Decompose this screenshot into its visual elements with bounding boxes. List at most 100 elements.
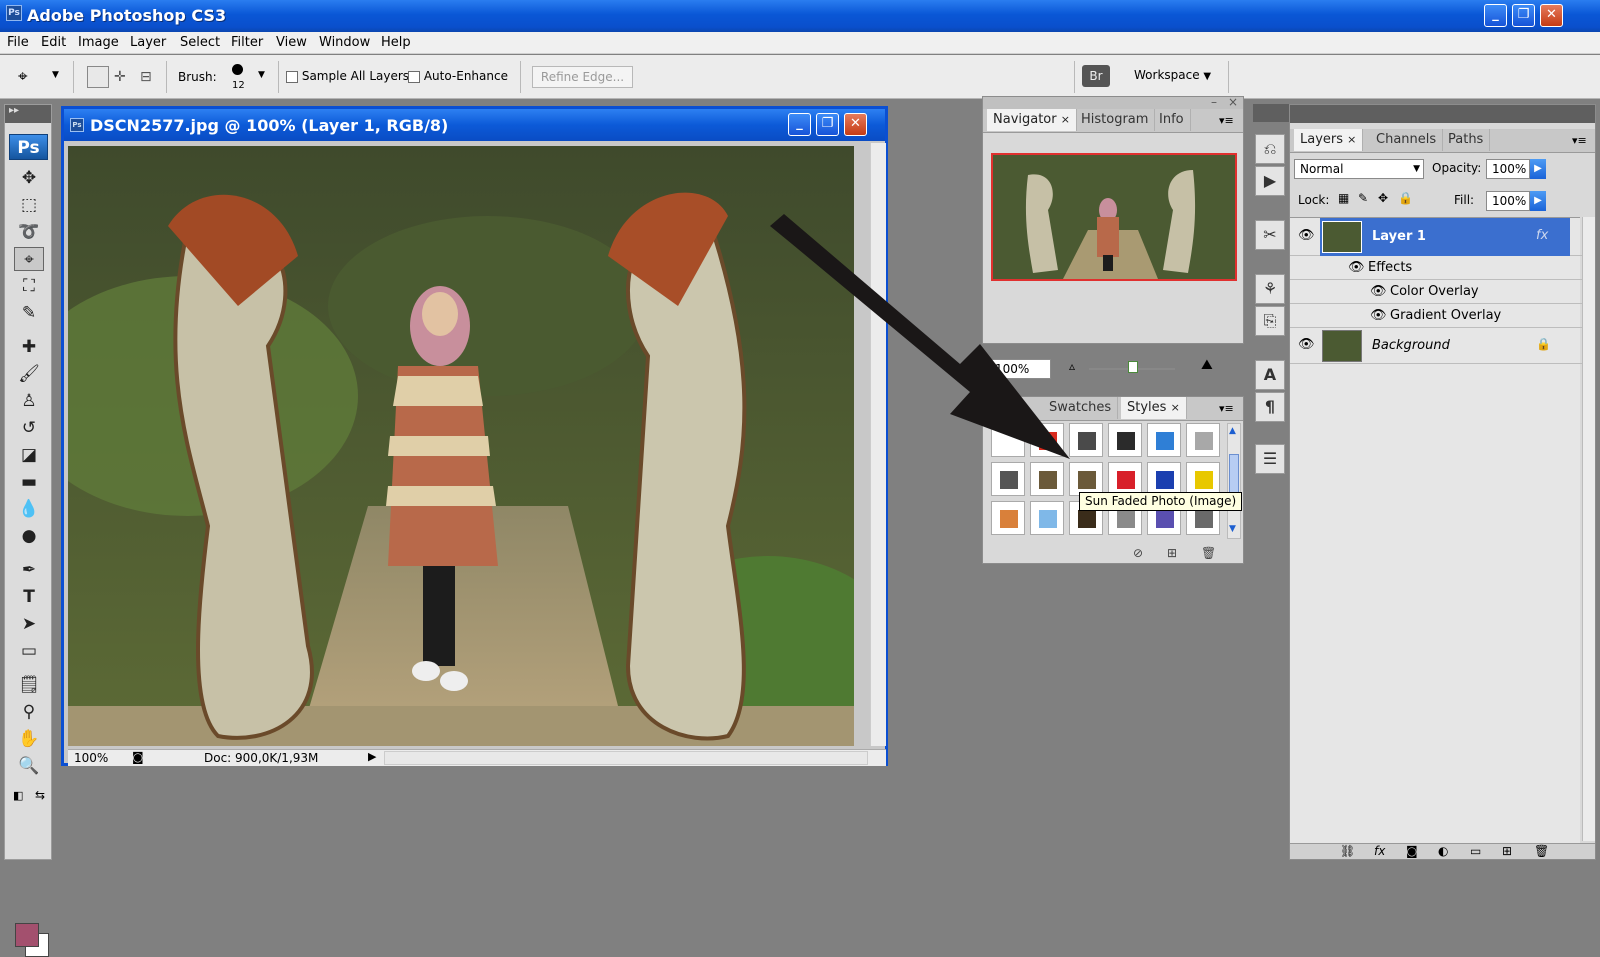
default-colors-icon[interactable]: ◧ bbox=[13, 789, 23, 802]
menu-file[interactable]: File bbox=[7, 35, 29, 50]
horizontal-scrollbar[interactable] bbox=[384, 751, 868, 765]
gradient-tool-icon[interactable]: ▬ bbox=[14, 470, 44, 494]
quick-selection-tool-preset-icon[interactable]: ⌖ bbox=[18, 67, 28, 87]
foreground-color-swatch[interactable] bbox=[15, 923, 39, 947]
tab-channels[interactable]: Channels bbox=[1370, 129, 1444, 151]
panel-close-icon[interactable]: × bbox=[1228, 95, 1238, 109]
add-mask-icon[interactable]: ◙ bbox=[1406, 844, 1418, 858]
layer-name[interactable]: Layer 1 bbox=[1372, 229, 1426, 244]
gradient-overlay-eye-icon[interactable]: 👁 bbox=[1370, 308, 1387, 323]
zoom-tool-icon[interactable]: 🔍 bbox=[14, 754, 44, 778]
layers-scrollbar[interactable] bbox=[1582, 217, 1595, 841]
clone-stamp-icon[interactable]: ♙ bbox=[14, 389, 44, 413]
auto-enhance-option[interactable]: Auto-Enhance bbox=[408, 69, 508, 83]
new-group-icon[interactable]: ▭ bbox=[1470, 844, 1481, 858]
brush-tool-icon[interactable]: 🖌 bbox=[14, 362, 44, 386]
add-to-selection-icon[interactable]: ✛ bbox=[114, 69, 126, 85]
panel-menu-icon[interactable]: ▾≡ bbox=[1219, 402, 1234, 415]
zoom-level[interactable]: 100% bbox=[74, 751, 108, 765]
doc-close-button[interactable]: ✕ bbox=[844, 113, 867, 136]
notes-tool-icon[interactable]: 🗒 bbox=[14, 673, 44, 697]
close-icon[interactable]: × bbox=[1347, 133, 1356, 146]
clone-source-icon[interactable]: ⎘ bbox=[1255, 306, 1285, 336]
menu-help[interactable]: Help bbox=[381, 35, 411, 50]
lasso-tool-icon[interactable]: ➰ bbox=[14, 220, 44, 244]
actions-panel-icon[interactable]: ▶ bbox=[1255, 166, 1285, 196]
color-overlay-eye-icon[interactable]: 👁 bbox=[1370, 284, 1387, 299]
slice-tool-icon[interactable]: ✎ bbox=[14, 301, 44, 325]
lock-transparent-icon[interactable]: ▦ bbox=[1338, 191, 1349, 205]
close-icon[interactable]: × bbox=[1061, 113, 1070, 126]
link-layers-icon[interactable]: ⛓ bbox=[1340, 844, 1355, 858]
sample-all-layers-option[interactable]: Sample All Layers bbox=[286, 69, 409, 83]
crop-tool-icon[interactable]: ⛶ bbox=[14, 274, 44, 298]
layer-comps-icon[interactable]: ☰ bbox=[1255, 444, 1285, 474]
layers-grip[interactable] bbox=[1290, 105, 1595, 123]
tab-info[interactable]: Info bbox=[1153, 109, 1191, 131]
style-swatch[interactable] bbox=[1147, 462, 1181, 496]
layer-name[interactable]: Background bbox=[1372, 338, 1450, 353]
tab-paths[interactable]: Paths bbox=[1442, 129, 1491, 151]
image-canvas[interactable] bbox=[68, 146, 854, 746]
menu-window[interactable]: Window bbox=[319, 35, 370, 50]
scroll-down-icon[interactable]: ▼ bbox=[1229, 524, 1236, 534]
style-swatch[interactable] bbox=[991, 501, 1025, 535]
zoom-slider-thumb[interactable] bbox=[1128, 361, 1138, 373]
layer-row-background[interactable]: 👁 Background 🔒 bbox=[1290, 328, 1590, 364]
effects-eye-icon[interactable]: 👁 bbox=[1348, 260, 1365, 275]
blend-mode-select[interactable]: Normal ▼ bbox=[1294, 159, 1424, 179]
sample-all-layers-checkbox[interactable] bbox=[286, 70, 298, 83]
healing-brush-icon[interactable]: ✚ bbox=[14, 335, 44, 359]
adjustment-layer-icon[interactable]: ◐ bbox=[1438, 844, 1448, 858]
style-swatch[interactable] bbox=[1186, 462, 1220, 496]
fx-badge-icon[interactable]: fx bbox=[1536, 228, 1548, 243]
new-layer-icon[interactable]: ⊞ bbox=[1502, 844, 1512, 858]
clear-style-icon[interactable]: ⊘ bbox=[1133, 546, 1143, 560]
opacity-input[interactable]: 100% bbox=[1486, 159, 1530, 179]
paragraph-panel-icon[interactable]: ¶ bbox=[1255, 392, 1285, 422]
quick-selection-tool-icon[interactable]: ⌖ bbox=[14, 247, 44, 271]
brush-dropdown-icon[interactable]: ▼ bbox=[258, 70, 265, 80]
history-panel-icon[interactable]: ⎌ bbox=[1255, 134, 1285, 164]
panel-minimize-icon[interactable]: – bbox=[1211, 95, 1217, 109]
brush-preview-icon[interactable] bbox=[232, 64, 243, 75]
history-brush-icon[interactable]: ↺ bbox=[14, 416, 44, 440]
path-selection-icon[interactable]: ➤ bbox=[14, 612, 44, 636]
menu-image[interactable]: Image bbox=[78, 35, 119, 50]
panel-menu-icon[interactable]: ▾≡ bbox=[1219, 114, 1234, 127]
gradient-overlay-row[interactable]: 👁 Gradient Overlay bbox=[1290, 304, 1590, 328]
refine-edge-button[interactable]: Refine Edge... bbox=[532, 66, 633, 88]
panel-menu-icon[interactable]: ▾≡ bbox=[1572, 134, 1587, 147]
new-style-icon[interactable]: ⊞ bbox=[1167, 546, 1177, 560]
scroll-thumb[interactable] bbox=[1229, 454, 1239, 494]
style-swatch[interactable] bbox=[1147, 423, 1181, 457]
ps-logo[interactable]: Ps bbox=[9, 134, 48, 160]
style-swatch[interactable] bbox=[1186, 423, 1220, 457]
visibility-eye-icon[interactable]: 👁 bbox=[1298, 337, 1315, 352]
add-style-icon[interactable]: fx bbox=[1374, 844, 1385, 858]
menu-view[interactable]: View bbox=[276, 35, 307, 50]
pen-tool-icon[interactable]: ✒ bbox=[14, 558, 44, 582]
brushes-panel-icon[interactable]: ⚘ bbox=[1255, 274, 1285, 304]
chevron-down-icon[interactable]: ▼ bbox=[52, 70, 59, 80]
minimize-button[interactable]: _ bbox=[1484, 4, 1507, 27]
blur-tool-icon[interactable]: 💧 bbox=[14, 497, 44, 521]
tool-presets-icon[interactable]: ✂ bbox=[1255, 220, 1285, 250]
swap-colors-icon[interactable]: ⇆ bbox=[35, 788, 45, 802]
workspace-menu[interactable]: Workspace ▼ bbox=[1134, 68, 1211, 82]
tab-navigator[interactable]: Navigator × bbox=[987, 109, 1077, 131]
status-icon[interactable]: ◙ bbox=[132, 750, 144, 764]
close-icon[interactable]: × bbox=[1171, 401, 1180, 414]
character-panel-icon[interactable]: A bbox=[1255, 360, 1285, 390]
fill-input[interactable]: 100% bbox=[1486, 191, 1530, 211]
visibility-eye-icon[interactable]: 👁 bbox=[1298, 228, 1315, 243]
tab-histogram[interactable]: Histogram bbox=[1075, 109, 1156, 131]
menu-select[interactable]: Select bbox=[180, 35, 220, 50]
auto-enhance-checkbox[interactable] bbox=[408, 70, 420, 83]
menu-filter[interactable]: Filter bbox=[231, 35, 263, 50]
shape-tool-icon[interactable]: ▭ bbox=[14, 639, 44, 663]
effects-row[interactable]: 👁 Effects bbox=[1290, 256, 1590, 280]
doc-minimize-button[interactable]: _ bbox=[788, 113, 811, 136]
bridge-icon[interactable]: Br bbox=[1082, 65, 1110, 87]
tab-layers[interactable]: Layers × bbox=[1294, 129, 1364, 151]
